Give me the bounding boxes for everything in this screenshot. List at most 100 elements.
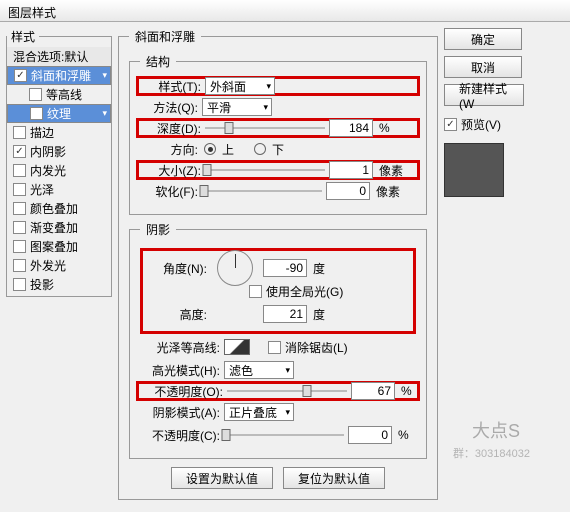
style-item[interactable]: 等高线	[7, 85, 111, 104]
style-item[interactable]: 颜色叠加	[7, 199, 111, 218]
hl-op-input[interactable]: 67	[351, 382, 395, 400]
gloss-label: 光泽等高线:	[140, 339, 220, 356]
direction-label: 方向:	[140, 141, 198, 158]
style-item[interactable]: 内发光	[7, 161, 111, 180]
style-checkbox[interactable]	[14, 69, 27, 82]
ok-button[interactable]: 确定	[444, 28, 522, 50]
angle-unit: 度	[313, 260, 325, 277]
new-style-button[interactable]: 新建样式(W	[444, 84, 524, 106]
preview-checkbox[interactable]	[444, 118, 457, 131]
style-item[interactable]: 渐变叠加	[7, 218, 111, 237]
antialias-checkbox[interactable]	[268, 341, 281, 354]
style-checkbox[interactable]	[13, 259, 26, 272]
method-select[interactable]: 平滑	[202, 98, 272, 116]
style-label: 外发光	[30, 257, 66, 274]
bevel-group: 斜面和浮雕 结构 样式(T): 外斜面 方法(Q): 平滑 深度(D): 184…	[118, 28, 438, 500]
style-label: 等高线	[46, 86, 82, 103]
preview-swatch	[444, 143, 504, 197]
altitude-row: 高度: 21 度	[149, 304, 407, 324]
highlight-opacity-row: 不透明度(O): 67 %	[136, 381, 420, 401]
style-item[interactable]: 纹理	[7, 104, 111, 123]
hl-op-slider[interactable]	[227, 383, 347, 399]
hl-mode-label: 高光模式(H):	[140, 362, 220, 379]
style-checkbox[interactable]	[13, 221, 26, 234]
hl-op-label: 不透明度(O):	[143, 383, 223, 400]
style-item[interactable]: 斜面和浮雕	[7, 66, 111, 85]
style-checkbox[interactable]	[13, 183, 26, 196]
styles-fieldset: 样式 混合选项:默认斜面和浮雕等高线纹理描边内阴影内发光光泽颜色叠加渐变叠加图案…	[6, 28, 112, 297]
style-item[interactable]: 外发光	[7, 256, 111, 275]
cancel-button[interactable]: 取消	[444, 56, 522, 78]
altitude-input[interactable]: 21	[263, 305, 307, 323]
method-row: 方法(Q): 平滑	[140, 97, 416, 117]
window-title: 图层样式	[8, 6, 56, 20]
angle-label: 角度(N):	[149, 260, 207, 277]
soften-row: 软化(F): 0 像素	[140, 181, 416, 201]
style-item[interactable]: 投影	[7, 275, 111, 294]
size-unit: 像素	[379, 162, 403, 179]
reset-default-button[interactable]: 复位为默认值	[283, 467, 385, 489]
sh-op-label: 不透明度(C):	[140, 427, 220, 444]
direction-row: 方向: 上 下	[140, 139, 416, 159]
right-panel: 确定 取消 新建样式(W 预览(V)	[444, 28, 524, 506]
style-checkbox[interactable]	[30, 107, 43, 120]
style-item[interactable]: 内阴影	[7, 142, 111, 161]
shading-legend: 阴影	[140, 221, 176, 238]
altitude-label: 高度:	[149, 306, 207, 323]
style-label: 纹理	[47, 105, 71, 122]
preview-row: 预览(V)	[444, 116, 501, 133]
gloss-contour-picker[interactable]	[224, 339, 250, 355]
blend-options-item[interactable]: 混合选项:默认	[7, 47, 111, 66]
global-light-checkbox[interactable]	[249, 285, 262, 298]
depth-slider[interactable]	[205, 120, 325, 136]
soften-slider[interactable]	[202, 183, 322, 199]
default-buttons: 设置为默认值 复位为默认值	[129, 467, 427, 489]
style-label: 投影	[30, 276, 54, 293]
antialias-label: 消除锯齿(L)	[285, 339, 348, 356]
structure-group: 结构 样式(T): 外斜面 方法(Q): 平滑 深度(D): 184 % 方向:	[129, 53, 427, 215]
depth-input[interactable]: 184	[329, 119, 373, 137]
style-list: 混合选项:默认斜面和浮雕等高线纹理描边内阴影内发光光泽颜色叠加渐变叠加图案叠加外…	[7, 47, 111, 294]
style-checkbox[interactable]	[13, 240, 26, 253]
window-titlebar: 图层样式	[0, 0, 570, 22]
depth-unit: %	[379, 121, 390, 135]
style-label: 渐变叠加	[30, 219, 78, 236]
style-label: 描边	[30, 124, 54, 141]
style-label: 内阴影	[30, 143, 66, 160]
size-row: 大小(Z): 1 像素	[136, 160, 420, 180]
shadow-opacity-row: 不透明度(C): 0 %	[140, 425, 416, 445]
size-slider[interactable]	[205, 162, 325, 178]
sh-mode-select[interactable]: 正片叠底	[224, 403, 294, 421]
style-label: 斜面和浮雕	[31, 67, 91, 84]
size-input[interactable]: 1	[329, 161, 373, 179]
angle-wheel[interactable]	[217, 250, 253, 286]
style-checkbox[interactable]	[13, 278, 26, 291]
sh-op-slider[interactable]	[224, 427, 344, 443]
style-item[interactable]: 描边	[7, 123, 111, 142]
style-item[interactable]: 图案叠加	[7, 237, 111, 256]
style-label: 图案叠加	[30, 238, 78, 255]
dir-up-radio[interactable]	[204, 143, 216, 155]
style-checkbox[interactable]	[13, 145, 26, 158]
hl-mode-select[interactable]: 滤色	[224, 361, 294, 379]
make-default-button[interactable]: 设置为默认值	[171, 467, 273, 489]
sh-mode-label: 阴影模式(A):	[140, 404, 220, 421]
global-light-row: 使用全局光(G)	[149, 281, 407, 301]
style-select[interactable]: 外斜面	[205, 77, 275, 95]
altitude-unit: 度	[313, 306, 325, 323]
bevel-legend: 斜面和浮雕	[129, 28, 201, 45]
depth-label: 深度(D):	[143, 120, 201, 137]
method-label: 方法(Q):	[140, 99, 198, 116]
angle-input[interactable]: -90	[263, 259, 307, 277]
style-checkbox[interactable]	[13, 126, 26, 139]
style-checkbox[interactable]	[29, 88, 42, 101]
style-checkbox[interactable]	[13, 202, 26, 215]
soften-input[interactable]: 0	[326, 182, 370, 200]
style-row: 样式(T): 外斜面	[136, 76, 420, 96]
dir-down-radio[interactable]	[254, 143, 266, 155]
sh-op-input[interactable]: 0	[348, 426, 392, 444]
style-item[interactable]: 光泽	[7, 180, 111, 199]
global-light-label: 使用全局光(G)	[266, 283, 343, 300]
soften-unit: 像素	[376, 183, 400, 200]
style-checkbox[interactable]	[13, 164, 26, 177]
